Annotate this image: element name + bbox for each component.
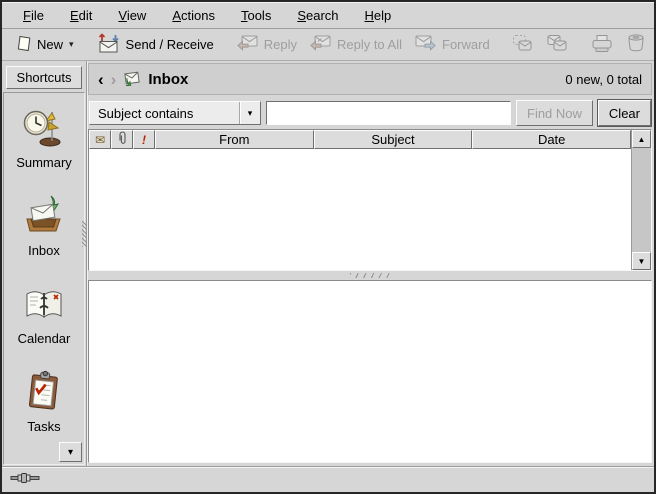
shortcut-inbox[interactable]: Inbox <box>4 193 84 258</box>
chevron-down-icon: ▾ <box>68 447 73 458</box>
column-priority[interactable]: ! <box>133 130 155 149</box>
print-button[interactable] <box>585 31 619 59</box>
column-from[interactable]: From <box>155 130 314 149</box>
shortcut-scroll-down-button[interactable]: ▾ <box>59 442 82 462</box>
send-receive-icon <box>96 33 121 56</box>
send-receive-button[interactable]: Send / Receive <box>91 30 219 59</box>
combo-arrow-icon: ▾ <box>239 102 260 124</box>
body-row: Shortcuts Sum <box>2 61 654 466</box>
folder-title: Inbox <box>148 71 188 88</box>
send-receive-label: Send / Receive <box>126 37 214 52</box>
envelope-icon: ✉ <box>95 133 105 147</box>
move-to-folder-button[interactable] <box>507 31 539 58</box>
shortcut-tasks-label: Tasks <box>27 419 60 434</box>
forward-arrow-button[interactable]: › <box>111 71 117 88</box>
scroll-up-button[interactable]: ▲ <box>632 130 651 148</box>
status-bar <box>2 466 654 492</box>
clear-label: Clear <box>609 106 640 121</box>
arrow-down-icon: ▼ <box>638 257 646 266</box>
new-document-icon <box>17 35 32 55</box>
shortcut-calendar[interactable]: Calendar <box>4 281 84 346</box>
main-panel: ‹ › Inbox 0 new, 0 total S <box>87 61 654 466</box>
inbox-icon <box>21 193 67 240</box>
delete-button[interactable] <box>621 30 651 59</box>
folder-header: ‹ › Inbox 0 new, 0 total <box>88 63 652 95</box>
copy-message-button[interactable] <box>541 31 573 58</box>
column-attachment[interactable] <box>111 130 133 149</box>
shortcut-inbox-label: Inbox <box>28 243 60 258</box>
shortcut-summary[interactable]: Summary <box>4 105 84 170</box>
message-list: ✉ ! From <box>88 129 652 271</box>
online-status-plug-icon[interactable] <box>10 471 44 488</box>
scrollbar-trough[interactable] <box>632 148 651 252</box>
menu-bar: File Edit View Actions Tools Search Help <box>2 2 654 29</box>
menu-view[interactable]: View <box>105 4 159 27</box>
summary-icon <box>21 105 67 152</box>
search-bar: Subject contains ▾ Find Now Clear <box>88 97 652 129</box>
shortcut-calendar-label: Calendar <box>18 331 71 346</box>
message-list-scrollbar: ▲ ▼ <box>631 130 651 270</box>
menu-search[interactable]: Search <box>284 4 351 27</box>
shortcuts-button[interactable]: Shortcuts <box>6 66 82 89</box>
forward-icon <box>414 34 437 55</box>
evolution-window: File Edit View Actions Tools Search Help… <box>0 0 656 494</box>
forward-button[interactable]: Forward <box>409 31 495 58</box>
pane-resize-grip[interactable] <box>82 221 87 247</box>
menu-tools[interactable]: Tools <box>228 4 284 27</box>
inbox-folder-icon <box>123 69 141 89</box>
shortcuts-button-label: Shortcuts <box>17 70 72 85</box>
calendar-icon <box>21 281 67 328</box>
priority-icon: ! <box>142 133 146 147</box>
column-from-label: From <box>219 132 249 147</box>
shortcut-bar: Shortcuts Sum <box>2 61 87 466</box>
menu-edit[interactable]: Edit <box>57 4 105 27</box>
chevron-down-icon: ▾ <box>69 39 74 50</box>
toolbar: New ▾ Send / Receive <box>2 29 654 61</box>
reply-to-all-icon <box>309 34 332 55</box>
menu-file[interactable]: File <box>10 4 57 27</box>
reply-to-all-label: Reply to All <box>337 37 402 52</box>
menu-help[interactable]: Help <box>352 4 405 27</box>
reply-icon <box>236 34 259 55</box>
shortcut-panel: Summary Inbox <box>3 92 85 465</box>
copy-message-icon <box>546 34 568 55</box>
clear-button[interactable]: Clear <box>598 100 651 126</box>
message-list-header: ✉ ! From <box>89 130 631 149</box>
paperclip-icon <box>118 131 127 148</box>
new-button[interactable]: New ▾ <box>12 32 79 58</box>
search-input[interactable] <box>266 101 511 125</box>
reply-button[interactable]: Reply <box>231 31 302 58</box>
column-date[interactable]: Date <box>472 130 631 149</box>
message-list-columns: ✉ ! From <box>89 130 631 270</box>
search-filter-value: Subject contains <box>90 102 239 124</box>
move-message-icon <box>512 34 534 55</box>
forward-label: Forward <box>442 37 490 52</box>
find-now-label: Find Now <box>527 106 582 121</box>
message-list-body <box>89 149 631 270</box>
new-button-label: New <box>37 37 63 52</box>
pane-splitter[interactable] <box>88 271 652 280</box>
shortcut-summary-label: Summary <box>16 155 72 170</box>
find-now-button[interactable]: Find Now <box>516 100 593 126</box>
back-arrow-button[interactable]: ‹ <box>98 71 104 88</box>
tasks-icon <box>21 369 67 416</box>
menu-actions[interactable]: Actions <box>159 4 228 27</box>
trash-icon <box>626 33 646 56</box>
scroll-down-button[interactable]: ▼ <box>632 252 651 270</box>
column-subject-label: Subject <box>371 132 414 147</box>
message-count: 0 new, 0 total <box>565 72 642 87</box>
arrow-up-icon: ▲ <box>638 135 646 144</box>
shortcut-tasks[interactable]: Tasks <box>4 369 84 434</box>
column-message-status[interactable]: ✉ <box>89 130 111 149</box>
preview-pane <box>88 280 652 463</box>
print-icon <box>590 34 614 56</box>
reply-to-all-button[interactable]: Reply to All <box>304 31 407 58</box>
splitter-grip-icon <box>350 273 390 278</box>
column-date-label: Date <box>538 132 565 147</box>
search-filter-dropdown[interactable]: Subject contains ▾ <box>89 101 261 125</box>
column-subject[interactable]: Subject <box>314 130 473 149</box>
reply-label: Reply <box>264 37 297 52</box>
